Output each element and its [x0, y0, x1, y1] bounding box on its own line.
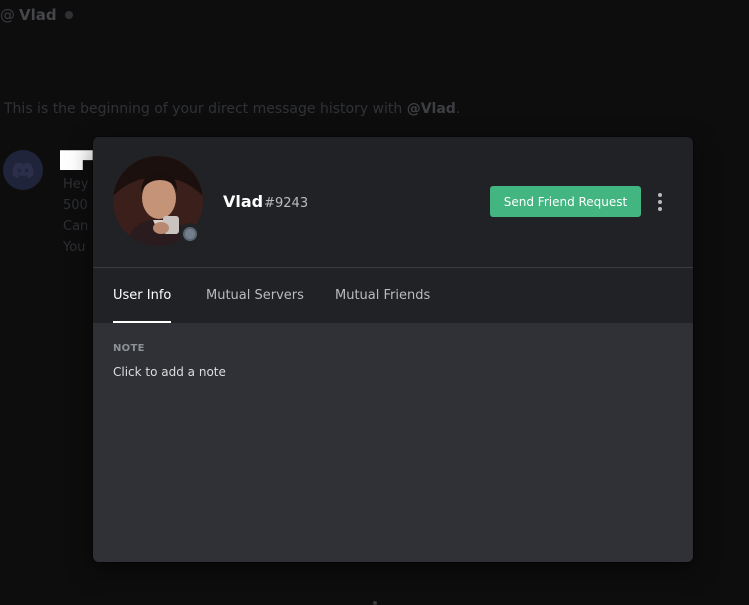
- message-author-avatar: [3, 150, 43, 190]
- tab-user-info[interactable]: User Info: [113, 268, 172, 323]
- profile-tabs: User Info Mutual Servers Mutual Friends: [93, 268, 693, 323]
- more-dot: [658, 207, 662, 211]
- dm-channel-name: Vlad: [19, 6, 57, 24]
- profile-username: Vlad: [223, 192, 264, 211]
- message-content: Hey 500 Can You: [63, 174, 88, 258]
- user-info-panel: NOTE Click to add a note: [93, 323, 693, 562]
- more-dot: [658, 193, 662, 197]
- user-profile-modal: Vlad #9243 Send Friend Request User Info…: [93, 137, 693, 562]
- profile-name-tag[interactable]: Vlad #9243: [223, 192, 308, 211]
- status-indicator: [179, 223, 201, 245]
- offline-status-icon: [183, 227, 197, 241]
- at-icon: @: [0, 6, 15, 24]
- more-dot: [658, 200, 662, 204]
- message-line: You: [63, 240, 86, 255]
- dm-channel-header: @ Vlad: [0, 4, 73, 26]
- dm-history-intro: This is the beginning of your direct mes…: [4, 101, 460, 117]
- message-line: Can: [63, 219, 89, 234]
- note-input[interactable]: Click to add a note: [113, 365, 226, 379]
- note-label: NOTE: [113, 343, 145, 354]
- more-options-icon[interactable]: [651, 189, 669, 215]
- dm-intro-text: This is the beginning of your direct mes…: [4, 101, 407, 117]
- dm-intro-suffix: .: [455, 101, 461, 117]
- tab-mutual-friends[interactable]: Mutual Friends: [335, 268, 430, 323]
- tab-mutual-servers[interactable]: Mutual Servers: [206, 268, 304, 323]
- profile-discriminator: #9243: [264, 196, 309, 211]
- background-dot: [373, 601, 377, 605]
- discord-logo-icon: [12, 162, 34, 178]
- message-line: Hey: [63, 177, 89, 192]
- message-line: 500: [63, 198, 88, 213]
- send-friend-request-button[interactable]: Send Friend Request: [490, 186, 641, 217]
- dm-intro-user: @Vlad: [406, 101, 456, 117]
- dm-status-icon: [64, 11, 73, 19]
- profile-header: Vlad #9243 Send Friend Request: [93, 137, 693, 268]
